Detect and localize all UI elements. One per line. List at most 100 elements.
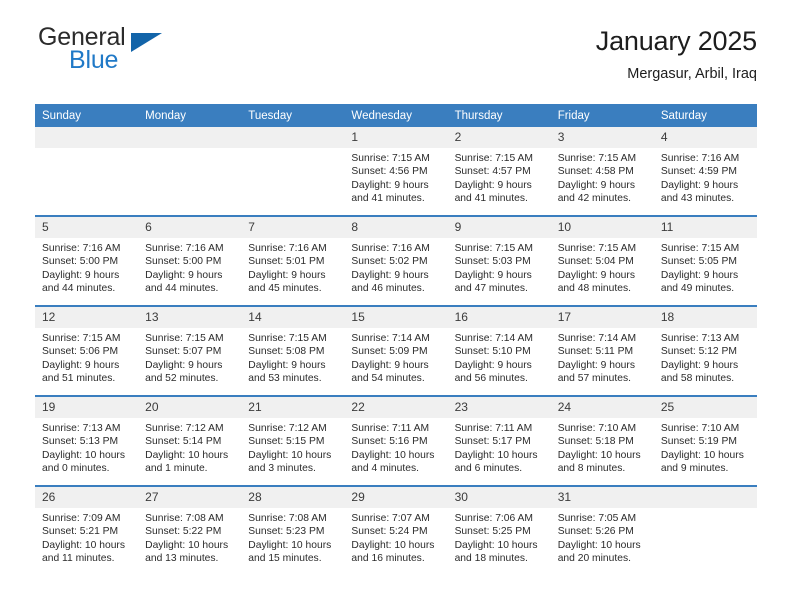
calendar-day-cell[interactable]: 31 Sunrise: 7:05 AM Sunset: 5:26 PM Dayligh… <box>550 485 654 575</box>
calendar-day-cell[interactable]: 23 Sunrise: 7:11 AM Sunset: 5:17 PM Dayligh… <box>447 395 551 486</box>
calendar-day-cell[interactable]: 29 Sunrise: 7:07 AM Sunset: 5:24 PM Dayligh… <box>344 485 448 575</box>
page-header: General Blue January 2025 Mergasur, Arbi… <box>35 0 757 92</box>
daylight-text-line1: Daylight: 10 hours <box>660 449 744 461</box>
daylight-text-line1: Daylight: 10 hours <box>454 449 538 461</box>
weekday-header-thursday: Thursday <box>447 104 551 127</box>
location-subtitle: Mergasur, Arbil, Iraq <box>627 66 757 82</box>
daylight-text-line1: Daylight: 9 hours <box>351 359 429 371</box>
calendar-day-cell[interactable]: 19 Sunrise: 7:13 AM Sunset: 5:13 PM Dayligh… <box>35 395 139 486</box>
sunrise-text: Sunrise: 7:10 AM <box>557 423 637 434</box>
day-cell-inner: 23 Sunrise: 7:11 AM Sunset: 5:17 PM Dayligh… <box>447 397 551 485</box>
daylight-text-line1: Daylight: 9 hours <box>660 359 739 371</box>
day-details: Sunrise: 7:14 AM Sunset: 5:10 PM Daylight:… <box>448 328 551 385</box>
daylight-text-line1: Daylight: 9 hours <box>557 269 635 281</box>
day-number: 25 <box>653 397 757 418</box>
daylight-text-line2: and 15 minutes. <box>248 552 322 564</box>
calendar-day-cell[interactable]: 17 Sunrise: 7:14 AM Sunset: 5:11 PM Dayligh… <box>550 305 654 396</box>
calendar-day-cell[interactable]: 2 Sunrise: 7:15 AM Sunset: 4:57 PM Daylight… <box>447 127 551 216</box>
day-number: 9 <box>447 217 551 238</box>
calendar-day-cell[interactable]: 10 Sunrise: 7:15 AM Sunset: 5:04 PM Dayligh… <box>550 215 654 306</box>
daylight-text-line2: and 45 minutes. <box>248 282 322 294</box>
calendar-day-cell[interactable]: 25 Sunrise: 7:10 AM Sunset: 5:19 PM Dayligh… <box>653 395 757 486</box>
daylight-text-line2: and 1 minute. <box>145 462 208 474</box>
sunrise-text: Sunrise: 7:16 AM <box>351 243 430 254</box>
sunset-text: Sunset: 5:14 PM <box>145 436 222 448</box>
day-details: Sunrise: 7:12 AM Sunset: 5:14 PM Daylight:… <box>138 418 241 475</box>
weekday-header-saturday: Saturday <box>653 104 757 127</box>
calendar-day-cell[interactable]: 12 Sunrise: 7:15 AM Sunset: 5:06 PM Dayligh… <box>35 305 139 396</box>
day-cell-inner: 5 Sunrise: 7:16 AM Sunset: 5:00 PM Daylight… <box>35 217 139 305</box>
daylight-text-line2: and 51 minutes. <box>42 372 116 384</box>
daylight-text-line2: and 47 minutes. <box>454 282 528 294</box>
daylight-text-line2: and 43 minutes. <box>660 192 735 204</box>
calendar-body: 1 Sunrise: 7:15 AM Sunset: 4:56 PM Daylight… <box>35 127 757 575</box>
day-details: Sunrise: 7:16 AM Sunset: 5:02 PM Daylight:… <box>344 238 447 295</box>
daylight-text-line2: and 49 minutes. <box>660 282 735 294</box>
sunrise-text: Sunrise: 7:13 AM <box>42 423 121 434</box>
calendar-day-cell[interactable]: 3 Sunrise: 7:15 AM Sunset: 4:58 PM Daylight… <box>550 127 654 216</box>
calendar-day-cell[interactable]: 21 Sunrise: 7:12 AM Sunset: 5:15 PM Dayligh… <box>241 395 345 486</box>
daylight-text-line2: and 48 minutes. <box>557 282 631 294</box>
logo-text-blue: Blue <box>69 46 119 74</box>
calendar-week-row: 26 Sunrise: 7:09 AM Sunset: 5:21 PM Dayligh… <box>35 485 757 575</box>
daylight-text-line2: and 54 minutes. <box>351 372 425 384</box>
day-details: Sunrise: 7:14 AM Sunset: 5:09 PM Daylight:… <box>344 328 447 385</box>
calendar-day-cell[interactable]: 18 Sunrise: 7:13 AM Sunset: 5:12 PM Dayligh… <box>653 305 757 396</box>
daylight-text-line2: and 18 minutes. <box>454 552 528 564</box>
sunrise-text: Sunrise: 7:14 AM <box>454 333 533 344</box>
calendar-day-cell[interactable]: 11 Sunrise: 7:15 AM Sunset: 5:05 PM Dayligh… <box>653 215 757 306</box>
calendar-day-cell[interactable]: 13 Sunrise: 7:15 AM Sunset: 5:07 PM Dayligh… <box>138 305 242 396</box>
day-number: 5 <box>35 217 139 238</box>
day-cell-inner: 10 Sunrise: 7:15 AM Sunset: 5:04 PM Dayligh… <box>550 217 654 305</box>
day-number: 24 <box>550 397 654 418</box>
daylight-text-line2: and 4 minutes. <box>351 462 419 474</box>
calendar-day-cell[interactable]: 24 Sunrise: 7:10 AM Sunset: 5:18 PM Dayligh… <box>550 395 654 486</box>
calendar-day-cell[interactable]: 30 Sunrise: 7:06 AM Sunset: 5:25 PM Dayligh… <box>447 485 551 575</box>
sunrise-text: Sunrise: 7:11 AM <box>351 423 430 434</box>
calendar-day-cell[interactable]: 27 Sunrise: 7:08 AM Sunset: 5:22 PM Dayligh… <box>138 485 242 575</box>
day-number: 27 <box>138 487 242 508</box>
sunset-text: Sunset: 5:19 PM <box>660 436 737 448</box>
daylight-text-line1: Daylight: 10 hours <box>248 449 332 461</box>
day-number: 12 <box>35 307 139 328</box>
daylight-text-line2: and 56 minutes. <box>454 372 528 384</box>
calendar-cell-empty <box>138 127 242 216</box>
day-number: 16 <box>447 307 551 328</box>
day-details: Sunrise: 7:12 AM Sunset: 5:15 PM Daylight:… <box>241 418 344 475</box>
calendar-cell-empty <box>35 127 139 216</box>
calendar-day-cell[interactable]: 4 Sunrise: 7:16 AM Sunset: 4:59 PM Daylight… <box>653 127 757 216</box>
day-details: Sunrise: 7:11 AM Sunset: 5:16 PM Daylight:… <box>344 418 447 475</box>
calendar-day-cell[interactable]: 20 Sunrise: 7:12 AM Sunset: 5:14 PM Dayligh… <box>138 395 242 486</box>
sunset-text: Sunset: 5:01 PM <box>248 256 325 268</box>
calendar-day-cell[interactable]: 28 Sunrise: 7:08 AM Sunset: 5:23 PM Dayligh… <box>241 485 345 575</box>
day-cell-inner: 27 Sunrise: 7:08 AM Sunset: 5:22 PM Dayligh… <box>138 487 242 575</box>
day-number: 22 <box>344 397 448 418</box>
day-cell-inner: 9 Sunrise: 7:15 AM Sunset: 5:03 PM Daylight… <box>447 217 551 305</box>
day-cell-inner: 15 Sunrise: 7:14 AM Sunset: 5:09 PM Dayligh… <box>344 307 448 395</box>
calendar-day-cell[interactable]: 6 Sunrise: 7:16 AM Sunset: 5:00 PM Daylight… <box>138 215 242 306</box>
calendar-day-cell[interactable]: 7 Sunrise: 7:16 AM Sunset: 5:01 PM Daylight… <box>241 215 345 306</box>
day-details: Sunrise: 7:15 AM Sunset: 5:03 PM Daylight:… <box>448 238 551 295</box>
daylight-text-line1: Daylight: 9 hours <box>248 269 326 281</box>
calendar-week-row: 12 Sunrise: 7:15 AM Sunset: 5:06 PM Dayligh… <box>35 305 757 396</box>
sunrise-text: Sunrise: 7:11 AM <box>454 423 533 434</box>
weekday-header-monday: Monday <box>138 104 242 127</box>
calendar-day-cell[interactable]: 16 Sunrise: 7:14 AM Sunset: 5:10 PM Dayligh… <box>447 305 551 396</box>
day-cell-inner: 20 Sunrise: 7:12 AM Sunset: 5:14 PM Dayligh… <box>138 397 242 485</box>
calendar-day-cell[interactable]: 14 Sunrise: 7:15 AM Sunset: 5:08 PM Dayligh… <box>241 305 345 396</box>
sunrise-text: Sunrise: 7:16 AM <box>660 153 740 164</box>
daylight-text-line2: and 52 minutes. <box>145 372 219 384</box>
calendar-day-cell[interactable]: 8 Sunrise: 7:16 AM Sunset: 5:02 PM Daylight… <box>344 215 448 306</box>
sunrise-text: Sunrise: 7:08 AM <box>248 513 327 524</box>
calendar-day-cell[interactable]: 9 Sunrise: 7:15 AM Sunset: 5:03 PM Daylight… <box>447 215 551 306</box>
calendar-day-cell[interactable]: 1 Sunrise: 7:15 AM Sunset: 4:56 PM Daylight… <box>344 127 448 216</box>
daylight-text-line1: Daylight: 10 hours <box>42 539 125 551</box>
calendar-day-cell[interactable]: 15 Sunrise: 7:14 AM Sunset: 5:09 PM Dayligh… <box>344 305 448 396</box>
calendar-day-cell[interactable]: 5 Sunrise: 7:16 AM Sunset: 5:00 PM Daylight… <box>35 215 139 306</box>
sunrise-text: Sunrise: 7:15 AM <box>454 153 533 164</box>
calendar-day-cell[interactable]: 26 Sunrise: 7:09 AM Sunset: 5:21 PM Dayligh… <box>35 485 139 575</box>
day-details: Sunrise: 7:10 AM Sunset: 5:18 PM Daylight:… <box>551 418 654 475</box>
day-number <box>138 127 242 148</box>
calendar-day-cell[interactable]: 22 Sunrise: 7:11 AM Sunset: 5:16 PM Dayligh… <box>344 395 448 486</box>
sunrise-text: Sunrise: 7:15 AM <box>660 243 740 254</box>
